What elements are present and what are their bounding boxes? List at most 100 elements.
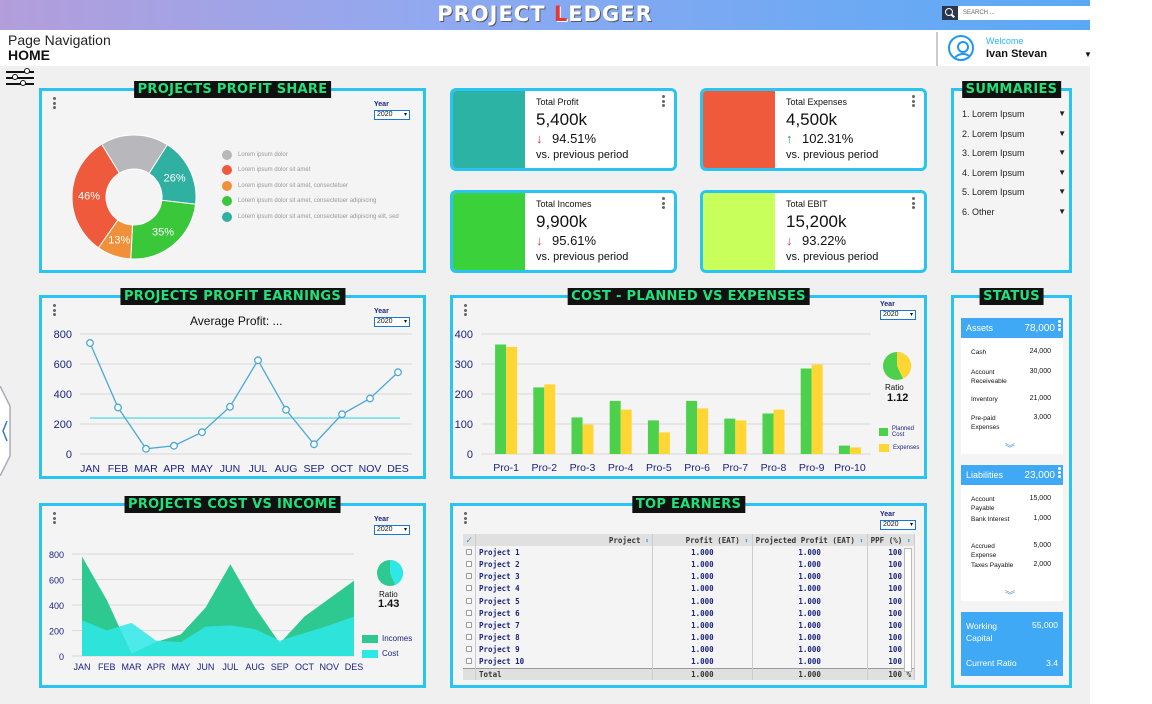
row-checkbox[interactable] (466, 646, 473, 653)
table-row[interactable]: Project 2 1.000 1.000 100 % (463, 558, 916, 571)
project-name-cell[interactable]: Project 6 (475, 607, 654, 620)
chevron-down-icon[interactable]: ▼ (1084, 50, 1092, 59)
data-point[interactable] (394, 368, 402, 377)
table-row[interactable]: Project 8 1.000 1.000 100 % (463, 631, 916, 644)
more-options-icon[interactable] (464, 304, 468, 318)
year-select[interactable]: 2020 (374, 525, 410, 535)
project-name-cell[interactable]: Project 10 (475, 655, 654, 669)
kpi-card[interactable]: Total EBIT 15,200k ↓ 93.22% vs. previous per… (700, 190, 927, 273)
bar[interactable] (571, 417, 583, 454)
sort-icon[interactable]: ⬍ (645, 537, 649, 545)
bar[interactable] (506, 346, 518, 454)
table-row[interactable]: Project 9 1.000 1.000 100 % (463, 643, 916, 656)
sort-icon[interactable]: ⬍ (744, 537, 748, 545)
data-point[interactable] (310, 440, 318, 449)
more-options-icon[interactable] (912, 197, 916, 211)
row-checkbox[interactable] (466, 658, 473, 665)
column-header[interactable]: Project ⬍ (475, 534, 654, 547)
data-point[interactable] (114, 403, 122, 412)
summary-item[interactable]: 5. Lorem Ipsum ▼ (962, 187, 1066, 197)
data-point[interactable] (366, 394, 374, 403)
select-all-checkbox[interactable]: ✓ (463, 534, 477, 547)
row-checkbox[interactable] (466, 548, 473, 555)
bar[interactable] (697, 408, 709, 454)
row-checkbox[interactable] (466, 573, 473, 580)
data-point[interactable] (338, 410, 346, 419)
collapse-sidebar-icon[interactable] (0, 386, 14, 476)
table-row[interactable]: Project 10 1.000 1.000 100 % (463, 655, 916, 669)
table-scrollbar[interactable] (904, 548, 912, 672)
column-header[interactable]: Profit (EAT) ⬍ (652, 534, 753, 547)
bar[interactable] (838, 445, 850, 454)
project-name-cell[interactable]: Project 5 (475, 594, 654, 608)
project-name-cell[interactable]: Project 7 (475, 619, 654, 632)
summary-item[interactable]: 4. Lorem Ipsum ▼ (962, 168, 1066, 178)
column-header[interactable]: Projected Profit (EAT) ⬍ (752, 534, 868, 547)
bar[interactable] (724, 418, 736, 454)
bar[interactable] (762, 413, 774, 455)
data-point[interactable] (198, 428, 206, 437)
more-options-icon[interactable] (662, 197, 666, 211)
summary-item[interactable]: 2. Lorem Ipsum ▼ (962, 129, 1066, 139)
user-menu[interactable]: Welcome Ivan Stevan ▼ (936, 32, 1092, 66)
project-name-cell[interactable]: Project 9 (475, 643, 654, 656)
chevron-down-icon[interactable]: ▼ (1058, 109, 1066, 118)
table-row[interactable]: Project 7 1.000 1.000 100 % (463, 619, 916, 632)
bar[interactable] (800, 368, 812, 455)
project-name-cell[interactable]: Project 1 (475, 546, 654, 559)
more-options-icon[interactable] (53, 512, 57, 526)
search-icon[interactable] (942, 6, 958, 20)
data-point[interactable] (170, 441, 178, 450)
bar[interactable] (533, 387, 545, 454)
row-checkbox[interactable] (466, 560, 473, 567)
bar[interactable] (849, 447, 861, 454)
bar[interactable] (735, 420, 747, 454)
bar[interactable] (811, 364, 823, 454)
bar[interactable] (620, 409, 632, 454)
chevron-down-icon[interactable]: ▼ (1058, 148, 1066, 157)
row-checkbox[interactable] (466, 634, 473, 641)
project-name-cell[interactable]: Project 8 (475, 631, 654, 644)
sort-icon[interactable]: ⬍ (859, 537, 863, 545)
liabilities-header[interactable]: Liabilities 23,000 (961, 465, 1063, 485)
more-options-icon[interactable] (912, 95, 916, 109)
row-checkbox[interactable] (466, 585, 473, 592)
row-checkbox[interactable] (466, 609, 473, 616)
bar[interactable] (544, 384, 556, 454)
more-options-icon[interactable] (53, 97, 57, 111)
chevron-down-icon[interactable]: ▼ (1058, 129, 1066, 138)
chevron-down-icon[interactable]: ▼ (1058, 207, 1066, 216)
project-name-cell[interactable]: Project 2 (475, 558, 654, 571)
bar[interactable] (647, 420, 659, 454)
bar[interactable] (658, 432, 670, 454)
summary-item[interactable]: 1. Lorem Ipsum ▼ (962, 109, 1066, 119)
bar[interactable] (582, 424, 594, 454)
summary-item[interactable]: 6. Other ▼ (962, 207, 1066, 217)
table-row[interactable]: Project 3 1.000 1.000 100 % (463, 570, 916, 583)
chevron-down-icon[interactable]: ▼ (1058, 168, 1066, 177)
kpi-card[interactable]: Total Incomes 9,900k ↓ 95.61% vs. previous p… (450, 190, 677, 273)
expand-chevron-icon[interactable]: ︾ (1005, 587, 1015, 602)
summary-item[interactable]: 3. Lorem Ipsum ▼ (962, 148, 1066, 158)
kpi-card[interactable]: Total Profit 5,400k ↓ 94.51% vs. previous pe… (450, 88, 677, 171)
year-select[interactable]: 2020 (880, 520, 916, 530)
table-row[interactable]: Project 6 1.000 1.000 100 % (463, 607, 916, 620)
data-point[interactable] (226, 402, 234, 411)
more-options-icon[interactable] (53, 304, 57, 318)
assets-header[interactable]: Assets 78,000 (961, 318, 1063, 338)
row-checkbox[interactable] (466, 621, 473, 628)
table-row[interactable]: Project 1 1.000 1.000 100 % (463, 546, 916, 559)
year-select[interactable]: 2020 (374, 110, 410, 120)
bar[interactable] (609, 400, 621, 454)
breadcrumb-home[interactable]: HOME (8, 47, 50, 63)
sort-icon[interactable]: ⬍ (907, 537, 911, 545)
bar[interactable] (495, 344, 507, 455)
more-options-icon[interactable] (1058, 320, 1061, 332)
table-row[interactable]: Project 4 1.000 1.000 100 % (463, 582, 916, 595)
project-name-cell[interactable]: Project 3 (475, 570, 654, 583)
column-header[interactable]: PPF (%) ⬍ (867, 534, 916, 547)
more-options-icon[interactable] (662, 95, 666, 109)
data-point[interactable] (254, 356, 262, 365)
year-select[interactable]: 2020 (880, 310, 916, 320)
bar[interactable] (773, 409, 785, 454)
